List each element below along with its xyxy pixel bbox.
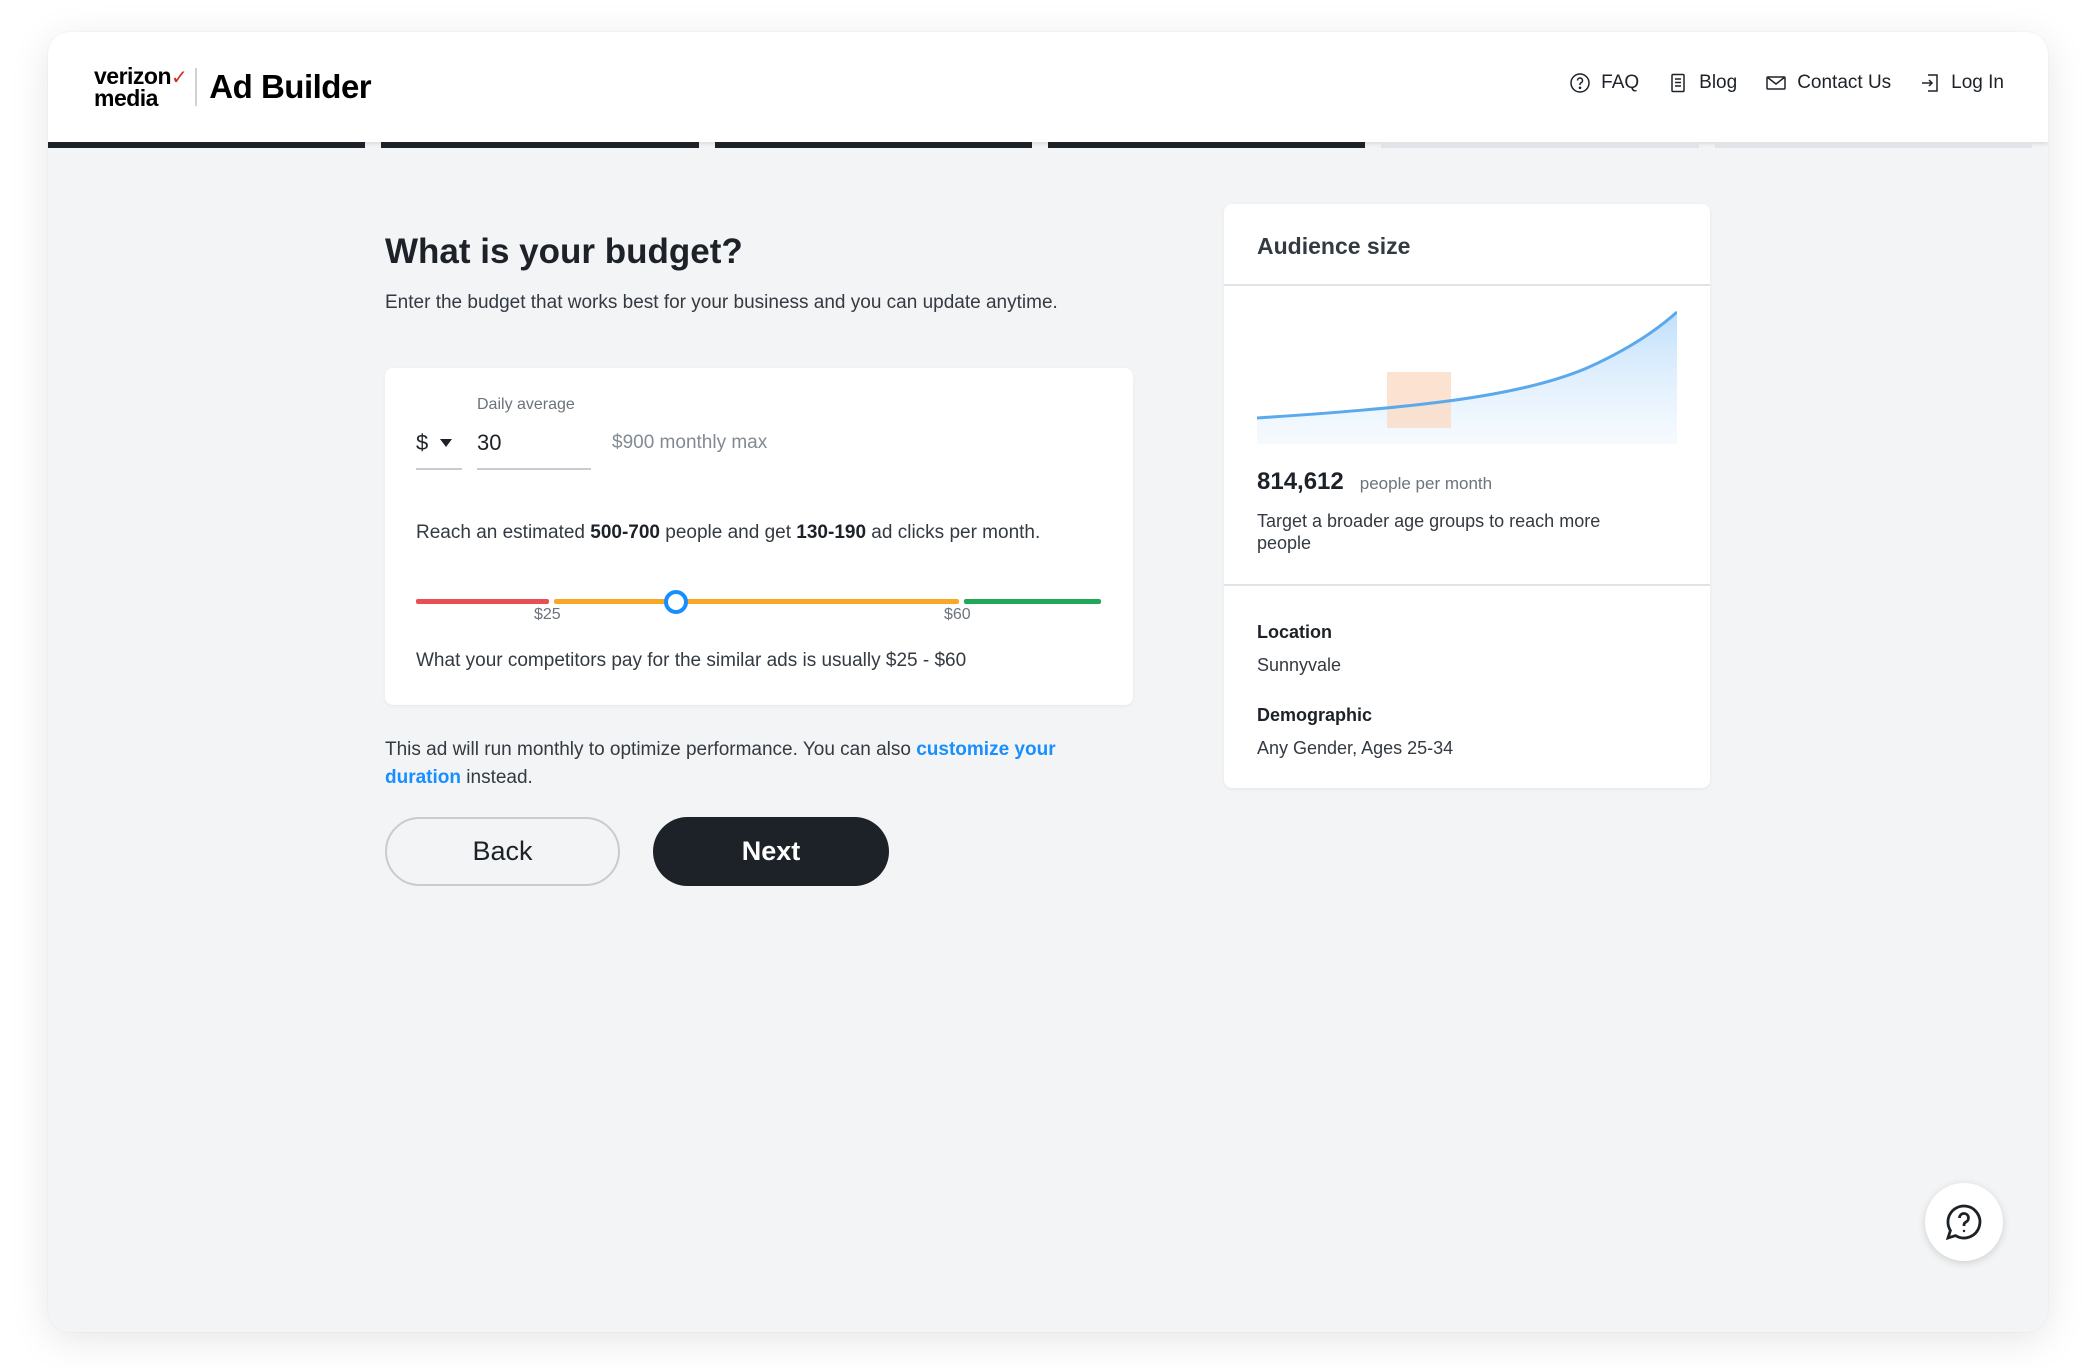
monthly-max-text: $900 monthly max [612, 432, 768, 453]
audience-card-title: Audience size [1224, 204, 1710, 286]
audience-tip: Target a broader age groups to reach mor… [1257, 511, 1601, 553]
top-nav: FAQ Blog Contact Us Log In [1569, 72, 2004, 94]
slider-track-mid [554, 599, 959, 604]
location-label: Location [1257, 622, 1332, 642]
budget-slider[interactable] [416, 590, 1101, 614]
chat-help-icon [1945, 1204, 1982, 1241]
question-circle-icon [1570, 73, 1590, 93]
budget-card: $ Daily average $900 monthly max Reach a… [385, 368, 1133, 705]
audience-count: 814,612 people per month [1257, 468, 1493, 495]
daily-average-label: Daily average [477, 396, 575, 413]
top-header: verizon✓ media Ad Builder FAQ Blog Conta… [48, 32, 2048, 142]
nav-faq[interactable]: FAQ [1569, 72, 1639, 94]
app-title: Ad Builder [209, 68, 372, 105]
next-button[interactable]: Next [653, 817, 889, 886]
slider-track-high [964, 599, 1101, 604]
currency-select[interactable]: $ [416, 430, 462, 470]
logo-divider [195, 68, 198, 106]
step-progress-bar [48, 142, 2048, 148]
nav-contact-us[interactable]: Contact Us [1765, 72, 1891, 94]
chat-help-button[interactable] [1925, 1183, 2003, 1261]
document-icon [1671, 73, 1685, 93]
duration-note: This ad will run monthly to optimize per… [385, 739, 1056, 788]
progress-step-2 [381, 142, 699, 148]
slider-track-low [416, 599, 549, 604]
slider-tick-low: $25 [534, 606, 561, 623]
slider-tick-high: $60 [944, 606, 971, 623]
budget-section: What is your budget? Enter the budget th… [385, 232, 1135, 314]
audience-curve-graphic [1257, 310, 1677, 444]
caret-down-icon [440, 439, 453, 447]
nav-log-in[interactable]: Log In [1919, 72, 2004, 94]
audience-divider [1224, 584, 1710, 586]
nav-blog[interactable]: Blog [1667, 72, 1737, 94]
audience-target-range [1387, 372, 1451, 428]
page-subtitle: Enter the budget that works best for you… [385, 292, 1058, 313]
location-value: Sunnyvale [1257, 655, 1342, 675]
demographic-value: Any Gender, Ages 25-34 [1257, 738, 1454, 758]
verizon-media-logo: verizon✓ media [94, 63, 188, 111]
progress-step-3 [714, 142, 1032, 148]
reach-estimate: Reach an estimated 500-700 people and ge… [416, 522, 1041, 543]
back-button[interactable]: Back [385, 817, 620, 886]
envelope-icon [1766, 76, 1786, 90]
progress-step-5 [1381, 142, 1699, 148]
progress-step-1 [48, 142, 366, 148]
audience-curve-area [1257, 312, 1677, 444]
progress-step-6 [1714, 142, 2032, 148]
audience-size-card: Audience size 814,612 people per month T… [1224, 204, 1710, 788]
login-icon [1922, 74, 1938, 92]
logo[interactable]: verizon✓ media Ad Builder [94, 63, 372, 111]
slider-thumb[interactable] [664, 590, 688, 614]
demographic-label: Demographic [1257, 705, 1373, 725]
app-window: verizon✓ media Ad Builder FAQ Blog Conta… [48, 32, 2048, 1332]
competitor-note: What your competitors pay for the simila… [416, 650, 967, 671]
page-title: What is your budget? [385, 232, 743, 271]
daily-budget-input[interactable] [477, 430, 591, 470]
progress-step-4 [1047, 142, 1366, 148]
